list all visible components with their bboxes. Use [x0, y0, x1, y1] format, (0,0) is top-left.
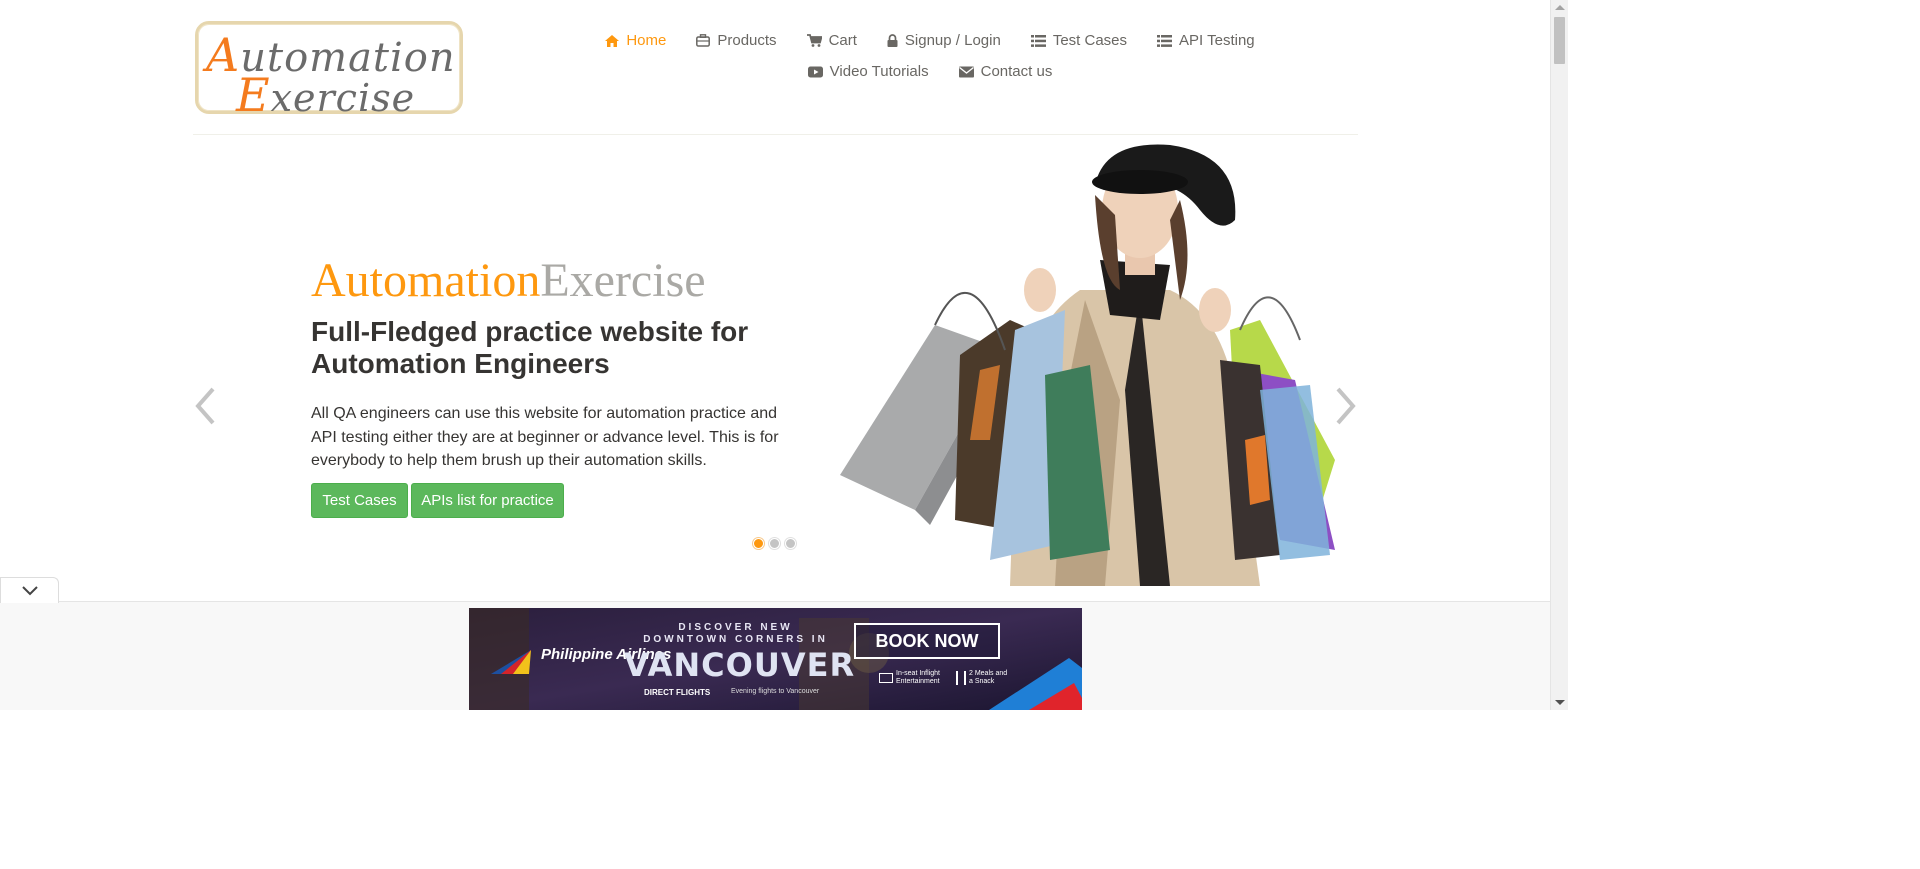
slider-dot-2[interactable] [769, 538, 780, 549]
briefcase-icon [696, 34, 711, 47]
chevron-left-icon [195, 387, 215, 425]
scroll-up-arrow-icon[interactable] [1555, 5, 1565, 10]
ad-city: VANCOUVER [624, 646, 856, 684]
slider-headline: Full-Fledged practice website for Automa… [311, 316, 749, 379]
home-icon [605, 34, 620, 47]
nav-item-products[interactable]: Products [681, 28, 791, 53]
nav-label-products: Products [717, 32, 777, 49]
airline-logo-icon [491, 650, 531, 674]
slider-indicators [753, 538, 796, 549]
nav-label-api-testing: API Testing [1179, 32, 1255, 49]
nav-label-signup-login: Signup / Login [904, 32, 1001, 49]
header-divider [193, 134, 1358, 135]
nav-row-1: Home Products Cart Signup / Login Test C… [560, 28, 1300, 53]
nav-item-signup-login[interactable]: Signup / Login [872, 28, 1016, 53]
cutlery-icon [956, 671, 966, 685]
nav-item-contact-us[interactable]: Contact us [944, 59, 1068, 84]
main-nav: Home Products Cart Signup / Login Test C… [560, 28, 1300, 84]
ad-subtitle: Evening flights to Vancouver [731, 688, 820, 695]
slider-next-arrow[interactable] [1335, 386, 1357, 431]
slider-description: All QA engineers can use this website fo… [311, 405, 779, 469]
slider-dot-1[interactable] [753, 538, 764, 549]
ad-collapse-toggle[interactable] [0, 577, 59, 603]
tv-icon [879, 673, 893, 683]
logo-line-2: Exercise [236, 68, 416, 122]
slider-prev-arrow[interactable] [194, 386, 216, 431]
page: Automation Exercise Home Products Cart S… [0, 0, 1568, 710]
ad-book-now-button[interactable]: BOOK NOW [854, 623, 1000, 659]
nav-label-cart: Cart [828, 32, 857, 49]
test-cases-button[interactable]: Test Cases [311, 483, 408, 518]
cart-icon [806, 34, 822, 47]
airline-ad-banner[interactable]: Philippine Airlines DISCOVER NEW DOWNTOW… [469, 608, 1082, 710]
envelope-icon [958, 66, 974, 77]
nav-item-video-tutorials[interactable]: Video Tutorials [793, 59, 944, 84]
nav-item-home[interactable]: Home [590, 28, 681, 53]
ad-feature-meals: 2 Meals and a Snack [956, 670, 1011, 686]
nav-label-test-cases: Test Cases [1052, 32, 1128, 49]
slider-brand-title: AutomationExercise [311, 254, 706, 307]
apis-list-button[interactable]: APIs list for practice [411, 483, 564, 518]
ad-feature-entertainment: In-seat Inflight Entertainment [879, 670, 946, 686]
nav-label-video-tutorials: Video Tutorials [829, 63, 929, 80]
nav-label-home: Home [626, 32, 667, 49]
list-icon [1030, 34, 1046, 47]
nav-item-test-cases[interactable]: Test Cases [1016, 28, 1142, 53]
list-icon [1157, 34, 1173, 47]
nav-row-2: Video Tutorials Contact us [560, 59, 1300, 84]
nav-item-api-testing[interactable]: API Testing [1142, 28, 1270, 53]
chevron-right-icon [1336, 387, 1356, 425]
ad-direct-flights: DIRECT FLIGHTS [644, 688, 711, 697]
chevron-down-icon [21, 585, 38, 595]
scroll-down-arrow-icon[interactable] [1555, 700, 1565, 705]
hero-image [840, 140, 1340, 586]
nav-item-cart[interactable]: Cart [792, 28, 872, 53]
site-logo[interactable]: Automation Exercise [195, 21, 463, 122]
nav-label-contact-us: Contact us [980, 63, 1053, 80]
slider-dot-3[interactable] [785, 538, 796, 549]
vertical-scrollbar[interactable] [1550, 0, 1568, 710]
hero-girl-illustration [840, 144, 1335, 586]
youtube-play-icon [807, 66, 823, 77]
lock-icon [887, 34, 898, 47]
scrollbar-thumb[interactable] [1554, 17, 1565, 64]
